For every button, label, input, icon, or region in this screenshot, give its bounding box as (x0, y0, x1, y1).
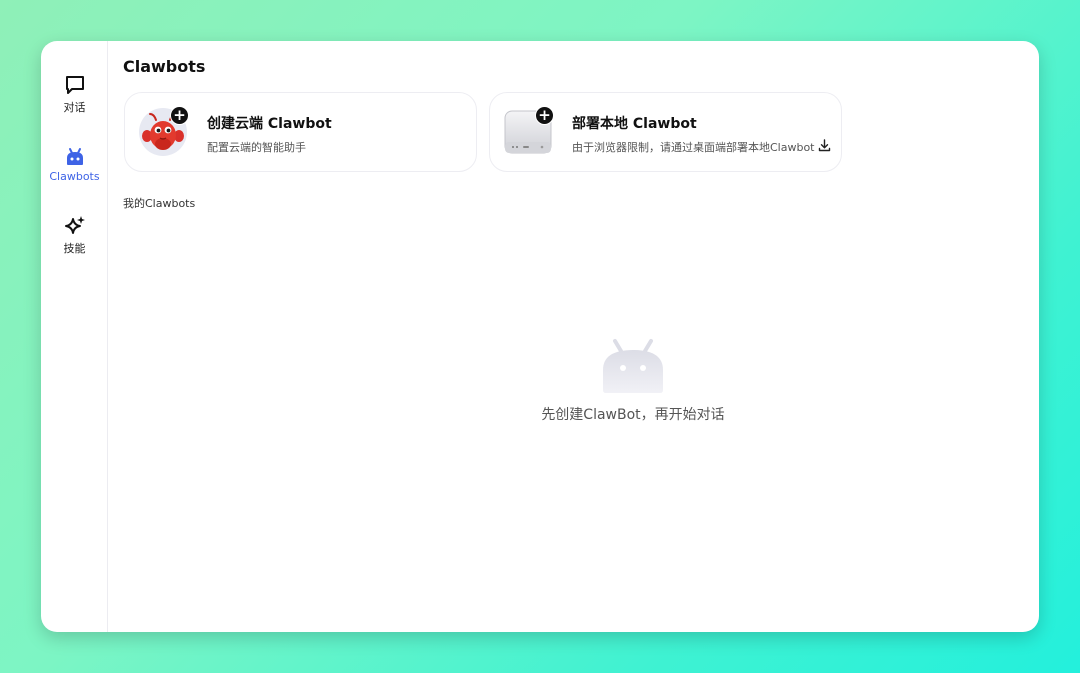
deploy-local-clawbot-card[interactable]: + 部署本地 Clawbot 由于浏览器限制，请通过桌面端部署本地Clawbot (489, 92, 842, 172)
robot-placeholder-icon (603, 339, 663, 393)
sidebar-item-label: 技能 (63, 242, 86, 255)
download-icon[interactable] (818, 139, 831, 152)
sidebar-item-clawbots[interactable]: Clawbots (41, 147, 108, 183)
add-badge-icon: + (170, 106, 189, 125)
page-title: Clawbots (123, 57, 206, 76)
empty-state: 先创建ClawBot，再开始对话 (108, 338, 1039, 424)
card-title: 创建云端 Clawbot (207, 116, 332, 132)
sidebar: 对话 Clawbots 技能 (41, 41, 108, 632)
sidebar-item-label: Clawbots (49, 170, 100, 183)
empty-state-text: 先创建ClawBot，再开始对话 (541, 407, 725, 423)
robot-icon (66, 148, 83, 165)
my-clawbots-section-label: 我的Clawbots (123, 197, 196, 210)
lobster-avatar-icon: + (139, 106, 189, 156)
sparkle-icon (64, 216, 85, 234)
sidebar-item-chat[interactable]: 对话 (41, 74, 108, 115)
card-title: 部署本地 Clawbot (572, 116, 697, 132)
main-content: Clawbots + 创建云端 Clawbot 配置云端的智能助手 + 部署本地… (108, 41, 1039, 632)
sidebar-item-label: 对话 (63, 101, 86, 114)
card-subtitle: 由于浏览器限制，请通过桌面端部署本地Clawbot (572, 141, 815, 154)
mac-mini-icon: + (504, 106, 554, 156)
card-subtitle: 配置云端的智能助手 (207, 141, 306, 154)
create-cloud-clawbot-card[interactable]: + 创建云端 Clawbot 配置云端的智能助手 (124, 92, 477, 172)
chat-bubble-icon (65, 76, 84, 94)
add-badge-icon: + (535, 106, 554, 125)
sidebar-item-skills[interactable]: 技能 (41, 215, 108, 256)
app-window: 对话 Clawbots 技能 Clawbots + 创建云端 Clawbot 配… (41, 41, 1039, 632)
